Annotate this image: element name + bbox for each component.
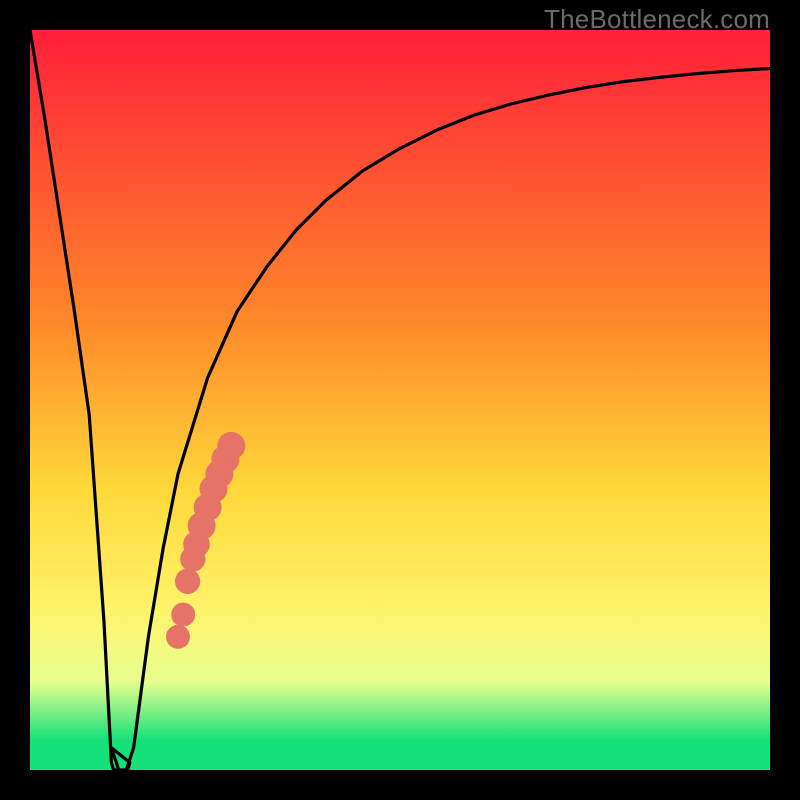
highlight-dot: [171, 603, 195, 627]
highlight-dot: [175, 569, 200, 594]
highlight-dot: [217, 432, 245, 460]
curve-layer: [30, 30, 770, 770]
chart-frame: TheBottleneck.com: [0, 0, 800, 800]
plot-area: [30, 30, 770, 770]
highlight-dot: [166, 625, 190, 649]
bottleneck-curve: [30, 30, 770, 770]
highlight-dots: [166, 432, 245, 649]
